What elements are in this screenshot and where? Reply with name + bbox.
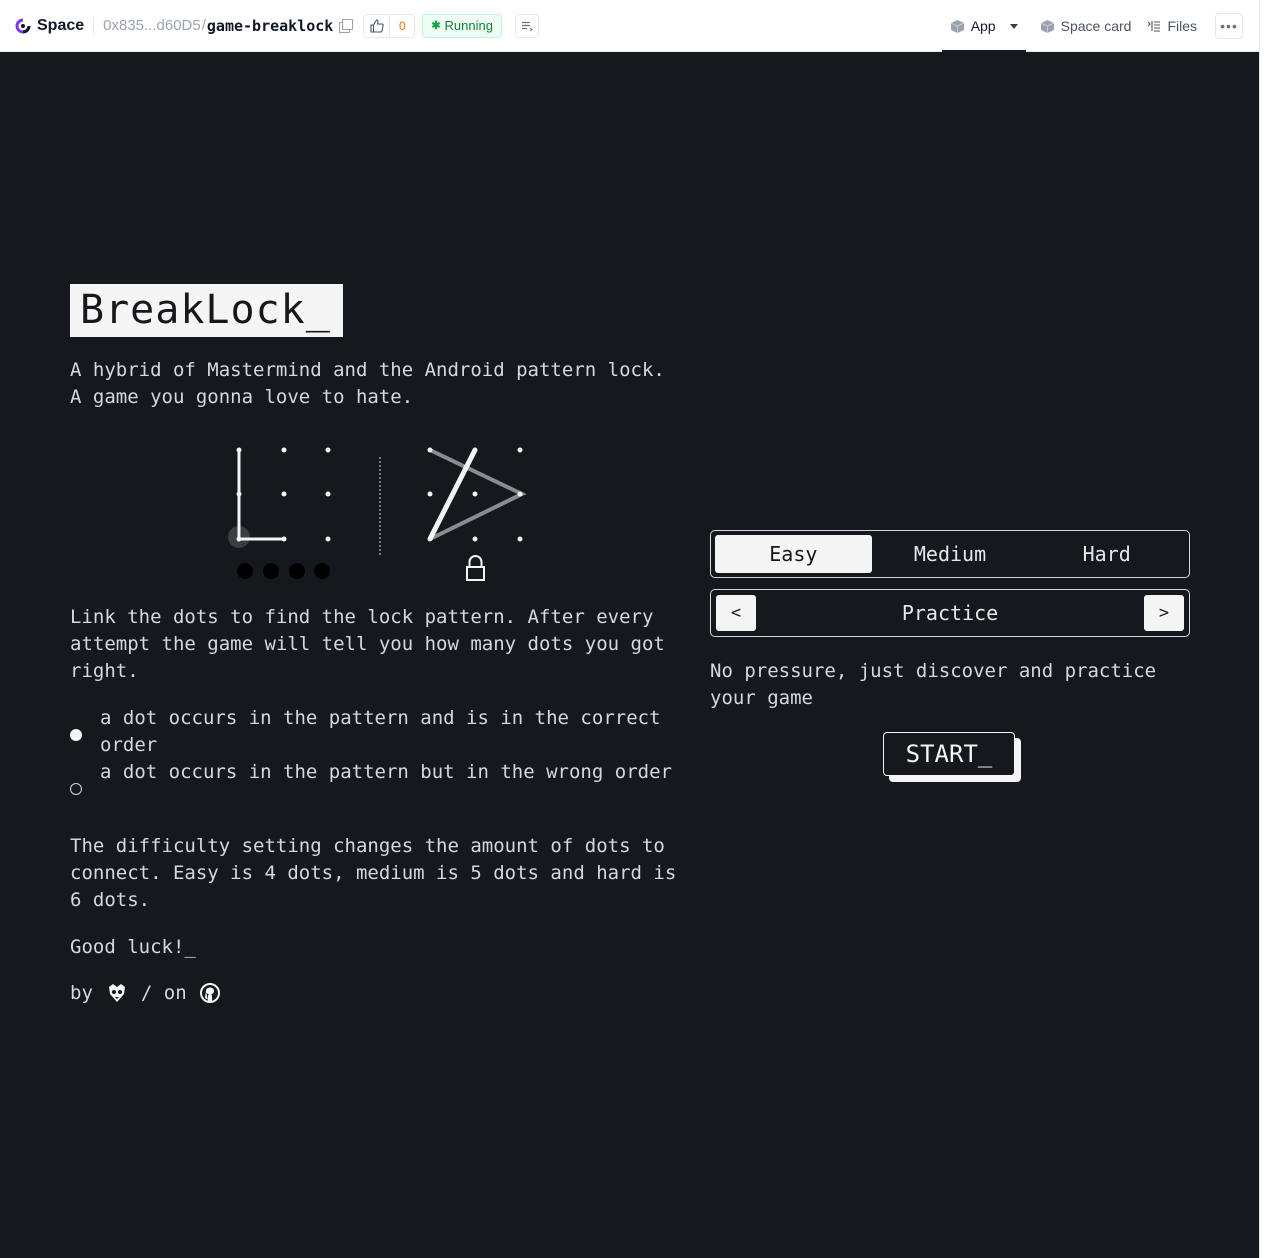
- how-to-play: Link the dots to find the lock pattern. …: [70, 606, 665, 682]
- status-badge: ✱ Running: [422, 13, 502, 38]
- mode-selector: < Practice >: [710, 589, 1190, 637]
- tab-files-label: Files: [1167, 18, 1197, 34]
- more-options-button[interactable]: •••: [1215, 13, 1243, 39]
- legend-text: a dot occurs in the pattern but in the w…: [100, 761, 672, 783]
- top-bar: Space 0x835...d60D5 / game-breaklock 0 ✱…: [0, 0, 1259, 52]
- attempt-grid: [228, 447, 331, 579]
- status-label: Running: [444, 18, 493, 33]
- scrollbar[interactable]: [1259, 0, 1265, 1258]
- like-count: 0: [398, 18, 406, 33]
- tab-space-card-label: Space card: [1060, 18, 1132, 34]
- hollow-dot-icon: [70, 783, 82, 795]
- author-logo-icon[interactable]: [105, 981, 129, 1005]
- logo-text: Space: [37, 16, 85, 34]
- feedback-legend: a dot occurs in the pattern and is in th…: [70, 705, 690, 795]
- start-button[interactable]: START_: [883, 732, 1015, 776]
- cube-icon: [1040, 19, 1054, 33]
- copy-icon[interactable]: [339, 18, 354, 33]
- github-icon[interactable]: [199, 982, 221, 1004]
- difficulty-explanation: The difficulty setting changes the amoun…: [70, 835, 677, 911]
- tab-files[interactable]: Files: [1139, 0, 1205, 52]
- tab-app[interactable]: App: [941, 0, 1026, 52]
- difficulty-easy-button[interactable]: Easy: [715, 535, 872, 573]
- game-title: BreakLock_: [70, 284, 343, 337]
- like-button[interactable]: [364, 14, 391, 37]
- byline: by / on: [70, 981, 221, 1005]
- app-frame: BreakLock_ A hybrid of Mastermind and th…: [0, 52, 1259, 1258]
- chevron-down-icon[interactable]: [1009, 23, 1018, 29]
- legend-text: a dot occurs in the pattern and is in th…: [100, 707, 661, 756]
- filled-dot-icon: [70, 729, 82, 741]
- breadcrumb-separator: /: [201, 17, 206, 34]
- space-logo[interactable]: Space: [14, 17, 84, 35]
- lock-grid: [427, 447, 527, 581]
- breadcrumb-owner[interactable]: 0x835...d60D5: [103, 17, 201, 34]
- start-button-wrap: START_: [883, 732, 1023, 784]
- tab-app-label: App: [970, 18, 996, 34]
- tab-space-card[interactable]: Space card: [1032, 0, 1140, 52]
- previous-mode-button[interactable]: <: [716, 595, 756, 631]
- pattern-illustration: [228, 447, 527, 581]
- thumbs-up-icon: [370, 18, 384, 33]
- logs-icon: [521, 21, 533, 31]
- mode-label: Practice: [901, 601, 999, 625]
- breadcrumb-repo[interactable]: game-breaklock: [207, 17, 333, 35]
- space-nav: App Space card Files •••: [941, 0, 1243, 52]
- next-mode-button[interactable]: >: [1143, 595, 1184, 631]
- difficulty-hard-button[interactable]: Hard: [1028, 535, 1185, 573]
- good-luck-text: Good luck!_: [70, 936, 196, 958]
- game-intro: A hybrid of Mastermind and the Android p…: [70, 359, 665, 408]
- like-group: 0: [363, 13, 416, 38]
- files-icon: [1148, 21, 1161, 32]
- logs-button[interactable]: [514, 13, 539, 38]
- lock-icon: [466, 555, 485, 581]
- legend-item-correct: a dot occurs in the pattern and is in th…: [70, 705, 690, 759]
- cube-icon: [950, 19, 964, 33]
- on-label: / on: [140, 982, 187, 1004]
- divider: [93, 16, 95, 35]
- mode-description: No pressure, just discover and practice …: [710, 660, 1157, 709]
- difficulty-selector: Easy Medium Hard: [710, 530, 1190, 578]
- legend-item-wrong-order: a dot occurs in the pattern but in the w…: [70, 759, 690, 795]
- space-logo-icon: [15, 18, 31, 33]
- running-icon: ✱: [431, 20, 441, 32]
- difficulty-medium-button[interactable]: Medium: [872, 535, 1029, 573]
- by-label: by: [70, 982, 93, 1004]
